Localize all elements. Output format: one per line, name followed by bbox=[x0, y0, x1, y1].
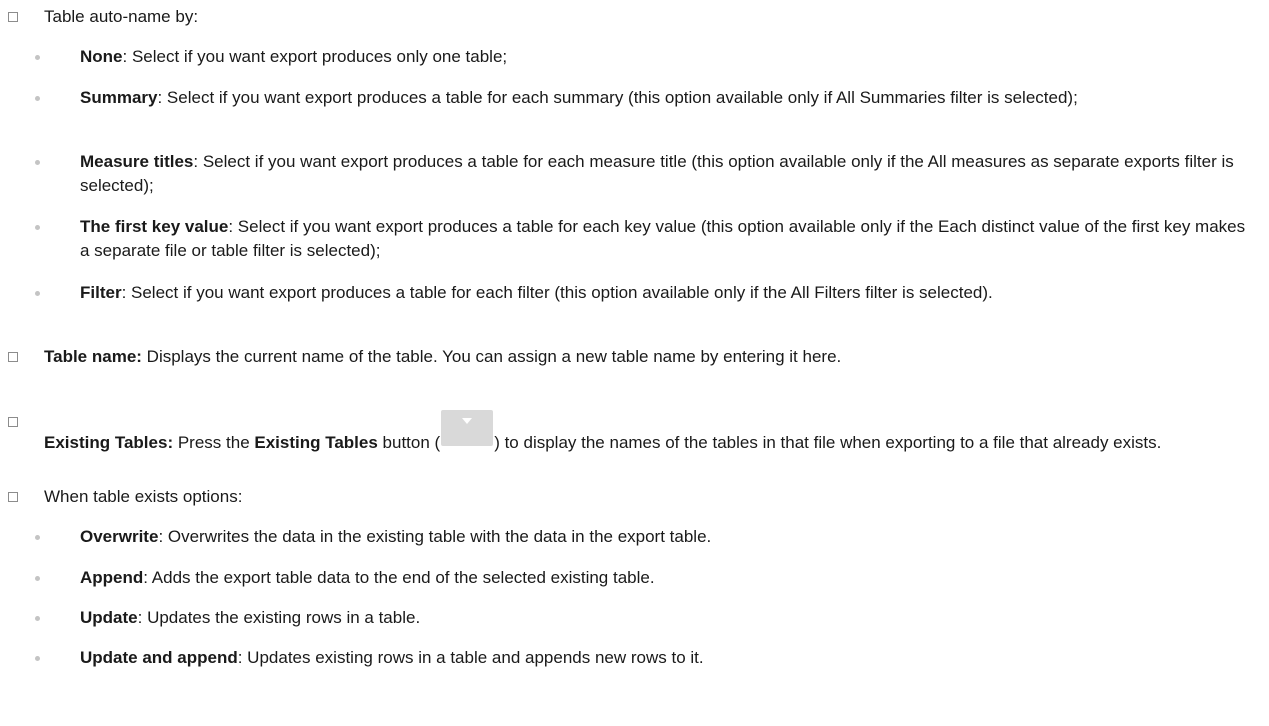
square-bullet-icon bbox=[8, 417, 18, 427]
list-item: Summary: Select if you want export produ… bbox=[35, 86, 1255, 110]
table-name-entry: Table name: Displays the current name of… bbox=[8, 345, 1255, 369]
dot-bullet-icon bbox=[35, 616, 40, 621]
option-term: Summary bbox=[80, 88, 158, 107]
option-description: : Select if you want export produces a t… bbox=[80, 152, 1234, 195]
square-bullet-icon bbox=[8, 492, 18, 502]
option-description: : Overwrites the data in the existing ta… bbox=[158, 527, 712, 546]
dot-bullet-icon bbox=[35, 160, 40, 165]
auto-name-heading: Table auto-name by: bbox=[8, 5, 1255, 29]
list-item: Filter: Select if you want export produc… bbox=[35, 281, 1255, 305]
list-item: Measure titles: Select if you want expor… bbox=[35, 150, 1255, 198]
dot-bullet-icon bbox=[35, 656, 40, 661]
option-description: Displays the current name of the table. … bbox=[141, 347, 842, 366]
option-term: Overwrite bbox=[80, 527, 159, 546]
option-term: Append bbox=[80, 568, 144, 587]
list-item: None: Select if you want export produces… bbox=[35, 45, 1255, 69]
help-document: Table auto-name by: None: Select if you … bbox=[0, 0, 1269, 726]
option-term: Existing Tables: bbox=[44, 433, 174, 452]
existing-tables-button[interactable] bbox=[441, 410, 494, 446]
dot-bullet-icon bbox=[35, 225, 40, 230]
option-term: Measure titles bbox=[80, 152, 194, 171]
option-term: Update and append bbox=[80, 648, 238, 667]
dot-bullet-icon bbox=[35, 55, 40, 60]
dot-bullet-icon bbox=[35, 291, 40, 296]
chevron-down-icon bbox=[462, 418, 473, 424]
option-description: : Adds the export table data to the end … bbox=[143, 568, 655, 587]
option-term: Update bbox=[80, 608, 138, 627]
option-term: None bbox=[80, 47, 123, 66]
option-term: Filter bbox=[80, 283, 122, 302]
list-item: Update: Updates the existing rows in a t… bbox=[35, 606, 1255, 630]
dot-bullet-icon bbox=[35, 576, 40, 581]
when-exists-heading: When table exists options: bbox=[8, 485, 1255, 509]
square-bullet-icon bbox=[8, 12, 18, 22]
option-description: : Updates existing rows in a table and a… bbox=[237, 648, 704, 667]
option-description: : Select if you want export produces a t… bbox=[80, 217, 1246, 260]
button-term: Existing Tables bbox=[254, 433, 378, 452]
option-description: : Updates the existing rows in a table. bbox=[137, 608, 421, 627]
option-description: : Select if you want export produces a t… bbox=[157, 88, 1078, 107]
list-item: Overwrite: Overwrites the data in the ex… bbox=[35, 525, 1255, 549]
dot-bullet-icon bbox=[35, 96, 40, 101]
option-term: The first key value bbox=[80, 217, 229, 236]
option-term: Table name: bbox=[44, 347, 142, 366]
list-item: Update and append: Updates existing rows… bbox=[35, 646, 1255, 670]
dot-bullet-icon bbox=[35, 535, 40, 540]
option-description: : Select if you want export produces a t… bbox=[121, 283, 993, 302]
square-bullet-icon bbox=[8, 352, 18, 362]
option-description: : Select if you want export produces onl… bbox=[122, 47, 508, 66]
list-item: Append: Adds the export table data to th… bbox=[35, 566, 1255, 590]
existing-tables-entry: Existing Tables: Press the Existing Tabl… bbox=[8, 410, 1255, 455]
list-item: The first key value: Select if you want … bbox=[35, 215, 1255, 263]
